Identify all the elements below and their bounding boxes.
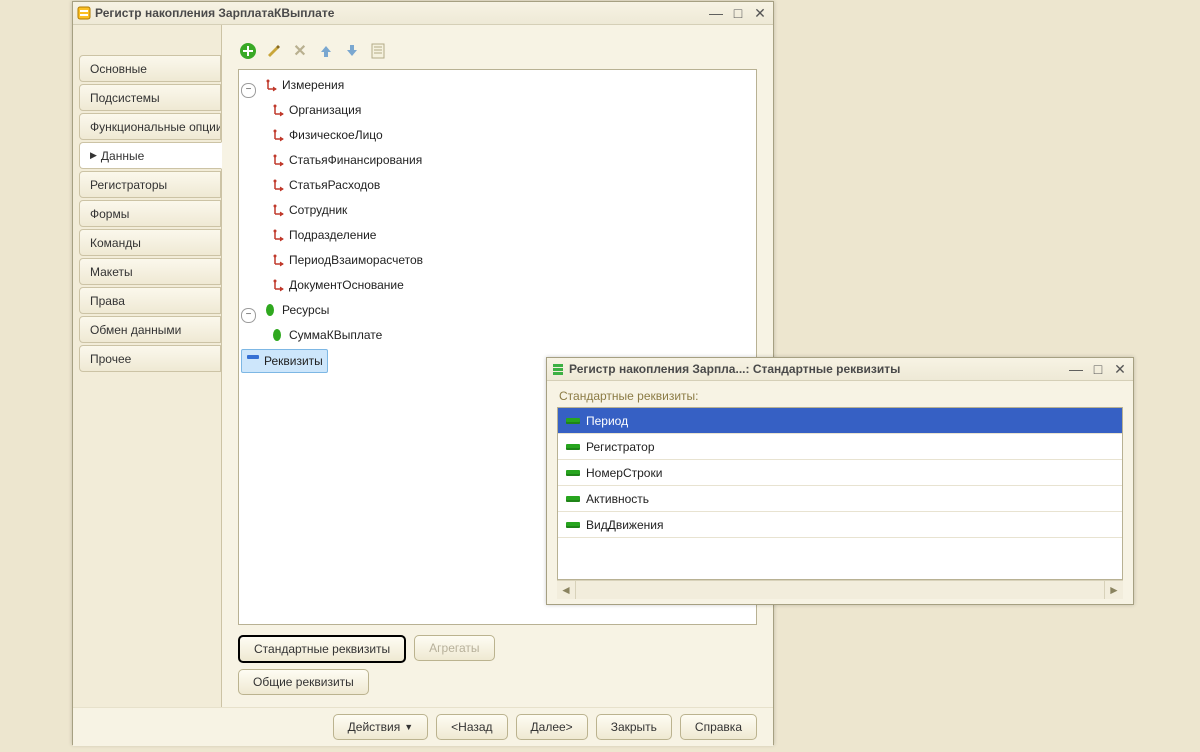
- sidebar-item-1[interactable]: Подсистемы: [79, 84, 221, 111]
- popup-caption: Стандартные реквизиты:: [559, 389, 1123, 403]
- sidebar: ОсновныеПодсистемыФункциональные опцииДа…: [73, 25, 221, 707]
- properties-button[interactable]: [368, 41, 388, 61]
- node-requisites[interactable]: Реквизиты: [241, 349, 328, 373]
- move-down-button[interactable]: [342, 41, 362, 61]
- row-label: ВидДвижения: [586, 518, 663, 532]
- horizontal-scrollbar[interactable]: ◄ ►: [557, 580, 1123, 599]
- toggle-resources[interactable]: −: [241, 308, 256, 323]
- data-tree: −ИзмеренияОрганизацияФизическоеЛицоСтать…: [241, 74, 754, 375]
- row-label: Регистратор: [586, 440, 655, 454]
- standard-requisites-list[interactable]: Период Регистратор НомерСтроки Активность Ви…: [557, 407, 1123, 580]
- maximize-button[interactable]: □: [729, 5, 747, 21]
- main-title-bar: Регистр накопления ЗарплатаКВыплате — □ …: [73, 2, 773, 25]
- requisite-row-2[interactable]: НомерСтроки: [558, 460, 1122, 486]
- sidebar-item-8[interactable]: Права: [79, 287, 221, 314]
- sidebar-item-0[interactable]: Основные: [79, 55, 221, 82]
- row-label: Период: [586, 414, 628, 428]
- popup-close-button[interactable]: ✕: [1111, 361, 1129, 377]
- dimension-item-5[interactable]: Подразделение: [267, 224, 380, 246]
- footer: Действия▼ <Назад Далее> Закрыть Справка: [73, 707, 773, 746]
- help-button[interactable]: Справка: [680, 714, 757, 740]
- sidebar-item-4[interactable]: Регистраторы: [79, 171, 221, 198]
- popup-body: Стандартные реквизиты: Период Регистратор…: [547, 381, 1133, 605]
- node-dimensions[interactable]: Измерения: [260, 74, 348, 96]
- popup-maximize-button[interactable]: □: [1089, 361, 1107, 377]
- row-label: НомерСтроки: [586, 466, 662, 480]
- row-icon: [566, 470, 580, 476]
- row-icon: [566, 418, 580, 424]
- sidebar-item-7[interactable]: Макеты: [79, 258, 221, 285]
- popup-icon: [551, 362, 565, 376]
- popup-minimize-button[interactable]: —: [1067, 361, 1085, 377]
- close-main-button[interactable]: Закрыть: [596, 714, 672, 740]
- popup-title: Регистр накопления Зарпла...: Стандартны…: [569, 362, 1063, 376]
- minimize-button[interactable]: —: [707, 5, 725, 21]
- requisite-row-1[interactable]: Регистратор: [558, 434, 1122, 460]
- dimension-item-3[interactable]: СтатьяРасходов: [267, 174, 384, 196]
- sidebar-item-9[interactable]: Обмен данными: [79, 316, 221, 343]
- popup-window: Регистр накопления Зарпла...: Стандартны…: [546, 357, 1134, 605]
- toolbar: ✕: [238, 39, 757, 63]
- requisite-row-0[interactable]: Период: [558, 408, 1122, 434]
- move-up-button[interactable]: [316, 41, 336, 61]
- app-icon: [77, 6, 91, 20]
- next-button[interactable]: Далее>: [516, 714, 588, 740]
- requisite-row-4[interactable]: ВидДвижения: [558, 512, 1122, 538]
- sidebar-item-10[interactable]: Прочее: [79, 345, 221, 372]
- sidebar-item-6[interactable]: Команды: [79, 229, 221, 256]
- standard-requisites-button[interactable]: Стандартные реквизиты: [238, 635, 406, 663]
- dimension-item-0[interactable]: Организация: [267, 99, 365, 121]
- dimension-item-2[interactable]: СтатьяФинансирования: [267, 149, 426, 171]
- scroll-right-icon[interactable]: ►: [1104, 581, 1123, 599]
- actions-button[interactable]: Действия▼: [333, 714, 429, 740]
- delete-button[interactable]: ✕: [290, 41, 310, 61]
- requisite-row-3[interactable]: Активность: [558, 486, 1122, 512]
- add-button[interactable]: [238, 41, 258, 61]
- row-label: Активность: [586, 492, 649, 506]
- toggle-dimensions[interactable]: −: [241, 83, 256, 98]
- under-buttons-2: Общие реквизиты: [238, 669, 757, 695]
- sidebar-item-5[interactable]: Формы: [79, 200, 221, 227]
- dimension-item-7[interactable]: ДокументОснование: [267, 274, 408, 296]
- resource-item-0[interactable]: СуммаКВыплате: [267, 324, 386, 346]
- row-icon: [566, 496, 580, 502]
- dimension-item-6[interactable]: ПериодВзаиморасчетов: [267, 249, 427, 271]
- node-resources[interactable]: Ресурсы: [260, 299, 333, 321]
- close-button[interactable]: ✕: [751, 5, 769, 21]
- back-button[interactable]: <Назад: [436, 714, 507, 740]
- scroll-left-icon[interactable]: ◄: [557, 581, 576, 599]
- sidebar-item-3[interactable]: Данные: [79, 142, 222, 169]
- common-requisites-button[interactable]: Общие реквизиты: [238, 669, 369, 695]
- dimension-item-4[interactable]: Сотрудник: [267, 199, 351, 221]
- edit-button[interactable]: [264, 41, 284, 61]
- popup-title-bar: Регистр накопления Зарпла...: Стандартны…: [547, 358, 1133, 381]
- row-icon: [566, 522, 580, 528]
- sidebar-item-2[interactable]: Функциональные опции: [79, 113, 221, 140]
- row-icon: [566, 444, 580, 450]
- aggregates-button: Агрегаты: [414, 635, 494, 661]
- under-buttons: Стандартные реквизиты Агрегаты: [238, 635, 757, 663]
- main-window-title: Регистр накопления ЗарплатаКВыплате: [95, 6, 703, 20]
- dimension-item-1[interactable]: ФизическоеЛицо: [267, 124, 387, 146]
